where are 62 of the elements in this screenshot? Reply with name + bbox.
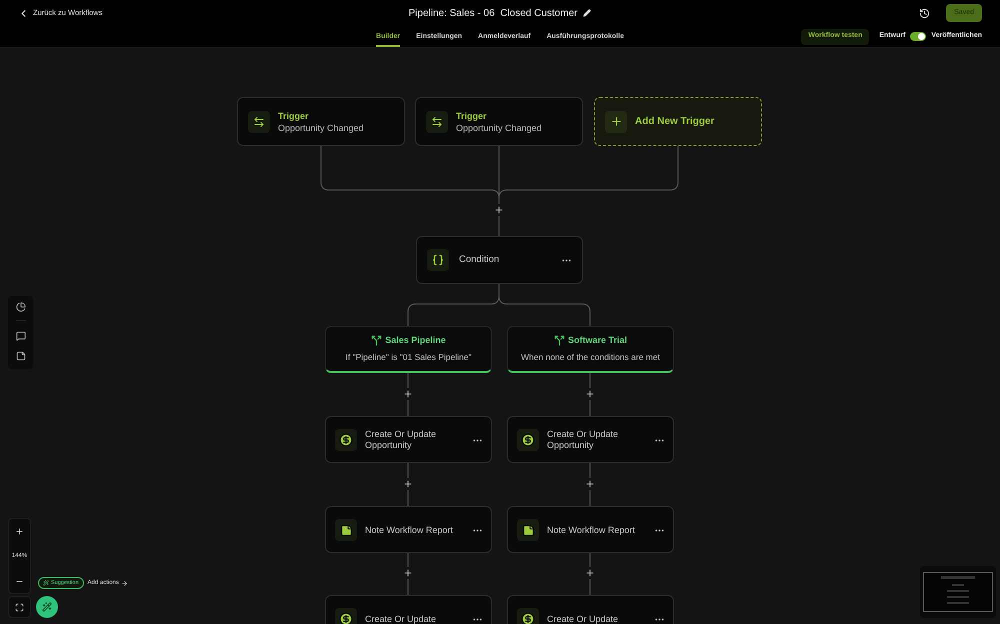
action-card[interactable]: Note Workflow Report	[325, 506, 492, 553]
braces-icon	[427, 249, 449, 271]
action-card[interactable]: Create Or Update	[325, 595, 492, 624]
action-card[interactable]: Create Or Update Opportunity	[325, 416, 492, 463]
add-trigger-card[interactable]: Add New Trigger	[594, 97, 762, 146]
publish-toggle[interactable]	[910, 32, 926, 41]
card-title: Create Or Update Opportunity	[547, 429, 620, 451]
branch-subtitle: When none of the conditions are met	[521, 351, 660, 364]
note-icon	[335, 519, 357, 541]
fit-view-button[interactable]	[8, 596, 31, 618]
minimap-drawing	[923, 572, 993, 612]
note-icon[interactable]	[16, 351, 26, 363]
pencil-icon[interactable]	[583, 9, 592, 17]
plus-icon	[403, 479, 413, 489]
dollar-icon	[517, 608, 539, 624]
plus-icon	[403, 389, 413, 399]
card-title: Trigger	[278, 110, 310, 122]
card-title: Trigger	[456, 110, 488, 122]
fit-view-icon	[15, 602, 24, 612]
branch-card[interactable]: Sales Pipeline If "Pipeline" is "01 Sales Pipeline"	[325, 326, 492, 373]
plus-icon	[605, 110, 627, 132]
card-title: Create Or Update	[365, 612, 438, 624]
plus-icon	[403, 568, 413, 578]
branch-card[interactable]: Software Trial When none of the conditions are met	[507, 326, 674, 373]
action-card[interactable]: Create Or Update Opportunity	[507, 416, 674, 463]
card-subtitle: Opportunity Changed	[278, 122, 364, 134]
card-subtitle: Opportunity Changed	[456, 122, 542, 134]
trigger-card[interactable]: Trigger Opportunity Changed	[237, 97, 405, 146]
card-title: Create Or Update Opportunity	[365, 429, 438, 451]
card-title: Create Or Update	[547, 612, 620, 624]
card-title: Note Workflow Report	[547, 524, 636, 537]
arrow-right-icon	[120, 580, 128, 586]
swap-arrows-icon	[426, 110, 448, 132]
plus-icon	[585, 568, 595, 578]
plus-icon	[494, 205, 504, 215]
branch-title: Sales Pipeline	[385, 334, 446, 347]
condition-card[interactable]: Condition	[416, 236, 583, 284]
dollar-icon	[335, 608, 357, 624]
card-title: Note Workflow Report	[365, 524, 454, 537]
plus-icon	[585, 389, 595, 399]
note-icon	[517, 519, 539, 541]
dollar-icon	[335, 429, 357, 451]
wand-icon	[42, 602, 52, 612]
magic-wand-button[interactable]	[36, 596, 58, 618]
swap-arrows-icon	[248, 110, 270, 132]
history-icon[interactable]	[919, 8, 930, 18]
action-card[interactable]: Note Workflow Report	[507, 506, 674, 553]
workflow-title: Pipeline: Sales - 06 Closed Customer	[408, 6, 578, 20]
card-title: Condition	[459, 252, 500, 267]
branch-subtitle: If "Pipeline" is "01 Sales Pipeline"	[346, 351, 472, 364]
plus-icon	[585, 479, 595, 489]
comment-icon[interactable]	[16, 331, 26, 341]
dollar-icon	[517, 429, 539, 451]
branch-icon	[554, 335, 565, 346]
wand-icon	[43, 580, 49, 586]
action-card[interactable]: Create Or Update	[507, 595, 674, 624]
plus-icon	[15, 526, 24, 536]
branch-icon	[371, 335, 382, 346]
branch-title: Software Trial	[568, 334, 628, 347]
pie-chart-icon[interactable]	[16, 302, 26, 321]
trigger-card[interactable]: Trigger Opportunity Changed	[415, 97, 583, 146]
card-title: Add New Trigger	[635, 115, 714, 129]
